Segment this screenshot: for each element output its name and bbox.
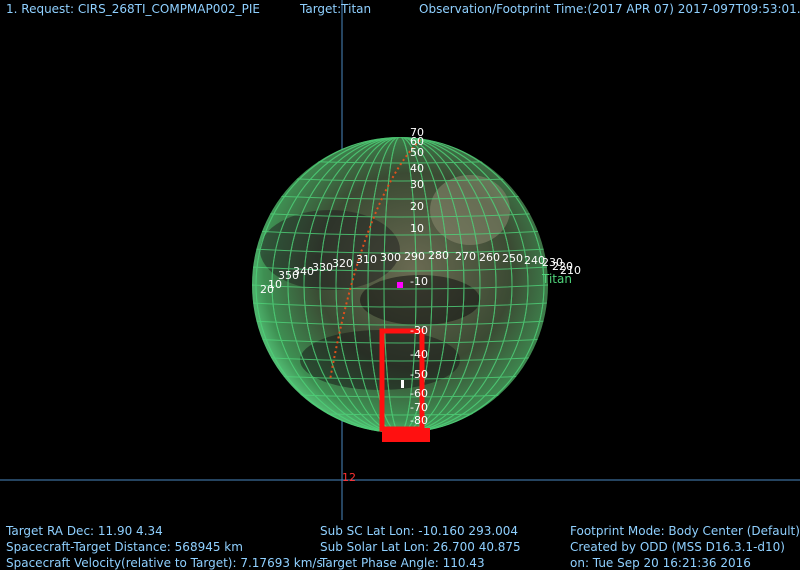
longitude-label: 340: [293, 265, 314, 278]
latitude-label: -60: [410, 387, 428, 400]
longitude-label: 320: [332, 257, 353, 270]
body-label: Titan: [541, 272, 572, 286]
globe-viewport: 70605040302010-10-30-40-50-60-70-8020103…: [0, 0, 800, 520]
longitude-label: 300: [380, 251, 401, 264]
longitude-label: 260: [479, 251, 500, 264]
marker-label: 12: [342, 471, 356, 484]
latitude-label: 10: [410, 222, 424, 235]
request-label: 1. Request: CIRS_268TI_COMPMAP002_PIE: [6, 2, 260, 16]
footer-right-2: Created by ODD (MSS D16.3.1-d10): [570, 540, 785, 554]
longitude-label: 310: [356, 253, 377, 266]
footer-center-3: Target Phase Angle: 110.43: [320, 556, 485, 570]
latitude-label: 20: [410, 200, 424, 213]
footer-left-2: Spacecraft-Target Distance: 568945 km: [6, 540, 243, 554]
footer-left-1: Target RA Dec: 11.90 4.34: [6, 524, 163, 538]
footprint-marker: [401, 380, 404, 388]
latitude-label: -50: [410, 368, 428, 381]
footer-left-3: Spacecraft Velocity(relative to Target):…: [6, 556, 323, 570]
footer-center-1: Sub SC Lat Lon: -10.160 293.004: [320, 524, 519, 538]
latitude-label: -40: [410, 348, 428, 361]
sub-sc-point: [397, 282, 403, 288]
longitude-label: 290: [404, 250, 425, 263]
longitude-label: 330: [312, 261, 333, 274]
footer-right-1: Footprint Mode: Body Center (Default): [570, 524, 800, 538]
latitude-label: 40: [410, 162, 424, 175]
footer-center-2: Sub Solar Lat Lon: 26.700 40.875: [320, 540, 521, 554]
latitude-label: -30: [410, 324, 428, 337]
footer-right-3: on: Tue Sep 20 16:21:36 2016: [570, 556, 751, 570]
longitude-label: 270: [455, 250, 476, 263]
observation-time: Observation/Footprint Time:(2017 APR 07)…: [419, 2, 800, 16]
footprint-bar: [382, 428, 430, 442]
latitude-label: 30: [410, 178, 424, 191]
longitude-label: 250: [502, 252, 523, 265]
latitude-label: -80: [410, 414, 428, 427]
longitude-label: 280: [428, 249, 449, 262]
latitude-label: -10: [410, 275, 428, 288]
latitude-label: -70: [410, 401, 428, 414]
latitude-label: 50: [410, 146, 424, 159]
target-label: Target:Titan: [300, 2, 372, 16]
